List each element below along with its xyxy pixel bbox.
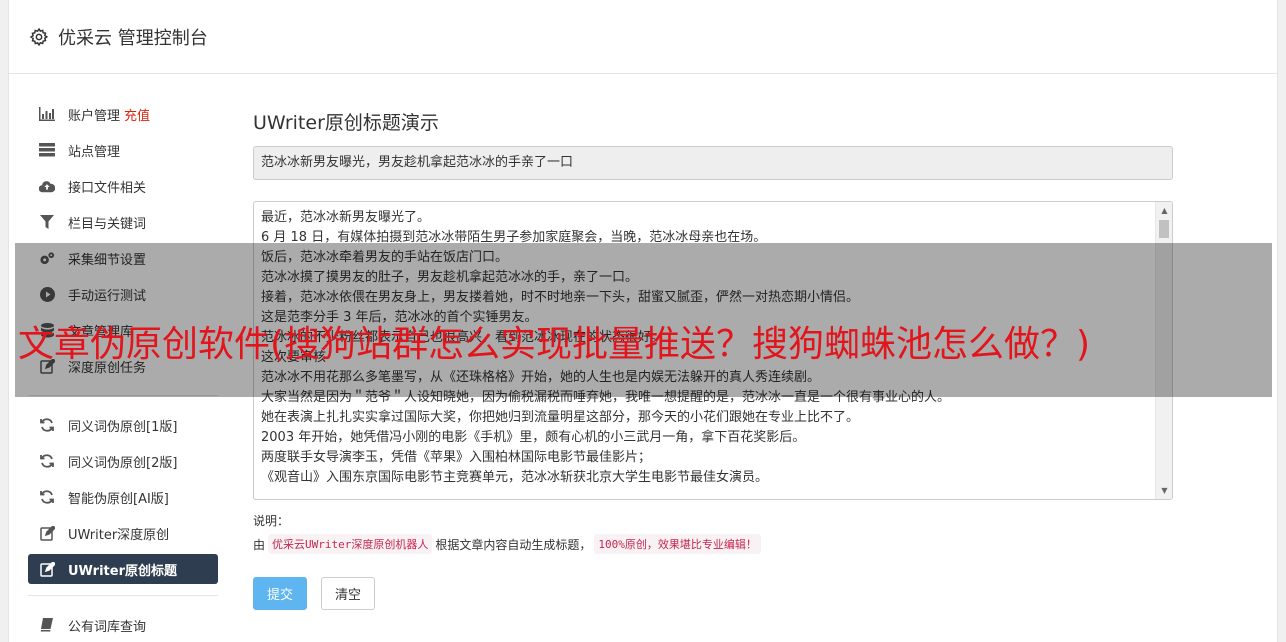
- watermark-overlay-text: 文章伪原创软件(搜狗站群怎么实现批量推送？搜狗蜘蛛池怎么做？): [18, 324, 1091, 365]
- sidebar-item-label: 账户管理: [68, 108, 121, 124]
- note-code-robot: 优采云UWriter深度原创机器人: [268, 534, 433, 554]
- gear-icon: [29, 27, 49, 46]
- content-line: 最近，范冰冰新男友曝光了。: [261, 210, 431, 225]
- sidebar-item-uwriter-title[interactable]: UWriter原创标题: [28, 554, 218, 584]
- refresh-icon: [39, 417, 55, 433]
- sidebar-item-label: 站点管理: [68, 144, 121, 160]
- generated-title-field[interactable]: 范冰冰新男友曝光，男友趁机拿起范冰冰的手亲了一口: [253, 146, 1173, 180]
- sidebar-item-uwriter-deep[interactable]: UWriter深度原创: [28, 515, 218, 551]
- submit-button[interactable]: 提交: [253, 577, 307, 610]
- sidebar-item-label: 接口文件相关: [68, 180, 147, 196]
- scroll-thumb[interactable]: [1159, 220, 1169, 238]
- note-description: 由 优采云UWriter深度原创机器人 根据文章内容自动生成标题， 100%原创…: [253, 534, 764, 554]
- book-icon: [39, 617, 55, 633]
- note-label: 说明：: [253, 514, 290, 528]
- header: 优采云 管理控制台: [9, 0, 1277, 74]
- scroll-up-arrow-icon[interactable]: ▲: [1156, 202, 1172, 219]
- sidebar-item-columns-keywords[interactable]: 栏目与关键词: [28, 204, 218, 240]
- action-buttons: 提交 清空: [253, 577, 375, 610]
- server-icon: [39, 142, 55, 158]
- sidebar-item-label: UWriter深度原创: [68, 527, 170, 543]
- recharge-link[interactable]: 充值: [124, 105, 150, 124]
- note-code-original: 100%原创，效果堪比专业编辑！: [594, 534, 761, 554]
- content-line: 2003 年开始，她凭借冯小刚的电影《手机》里，颇有心机的小三武月一角，拿下百花…: [261, 430, 806, 445]
- edit-icon: [39, 561, 55, 577]
- page-header-title: 优采云 管理控制台: [58, 27, 208, 49]
- filter-icon: [39, 214, 55, 230]
- note-middle: 根据文章内容自动生成标题，: [435, 537, 592, 552]
- content-line: 她在表演上扎扎实实拿过国际大奖，你把她归到流量明星这部分，那今天的小花们跟她在专…: [261, 410, 860, 425]
- sidebar-divider: [28, 595, 218, 596]
- sidebar-item-smart-ai[interactable]: 智能伪原创[AI版]: [28, 479, 218, 515]
- sidebar-item-label: 智能伪原创[AI版]: [68, 491, 169, 507]
- sidebar-item-synonym-v2[interactable]: 同义词伪原创[2版]: [28, 443, 218, 479]
- sidebar-item-label: 公有词库查询: [68, 619, 147, 635]
- sidebar-item-public-thesaurus[interactable]: 公有词库查询: [28, 607, 218, 642]
- cloud-upload-icon: [39, 178, 55, 194]
- sidebar-item-label: 栏目与关键词: [68, 216, 147, 232]
- refresh-icon: [39, 489, 55, 505]
- content-line: 两度联手女导演李玉，凭借《苹果》入围柏林国际电影节最佳影片；: [261, 450, 652, 465]
- clear-button[interactable]: 清空: [321, 577, 375, 610]
- scroll-down-arrow-icon[interactable]: ▼: [1156, 482, 1172, 499]
- sidebar-item-synonym-v1[interactable]: 同义词伪原创[1版]: [28, 407, 218, 443]
- main-content: UWriter原创标题演示 范冰冰新男友曝光，男友趁机拿起范冰冰的手亲了一口 最…: [253, 96, 1173, 610]
- note-prefix: 由: [253, 537, 266, 552]
- sidebar-item-account[interactable]: 账户管理 充值: [28, 96, 218, 132]
- sidebar-item-interface-files[interactable]: 接口文件相关: [28, 168, 218, 204]
- sidebar-item-label: 同义词伪原创[1版]: [68, 419, 178, 435]
- edit-icon: [39, 525, 55, 541]
- sidebar-item-sites[interactable]: 站点管理: [28, 132, 218, 168]
- bar-chart-icon: [39, 106, 55, 122]
- page-title: UWriter原创标题演示: [253, 112, 439, 134]
- sidebar-item-label: 同义词伪原创[2版]: [68, 455, 178, 471]
- content-line: 《观音山》入围东京国际电影节主竞赛单元，范冰冰斩获北京大学生电影节最佳女演员。: [261, 470, 769, 485]
- sidebar-item-label: UWriter原创标题: [68, 563, 177, 579]
- refresh-icon: [39, 453, 55, 469]
- watermark-overlay-band: [15, 243, 1272, 397]
